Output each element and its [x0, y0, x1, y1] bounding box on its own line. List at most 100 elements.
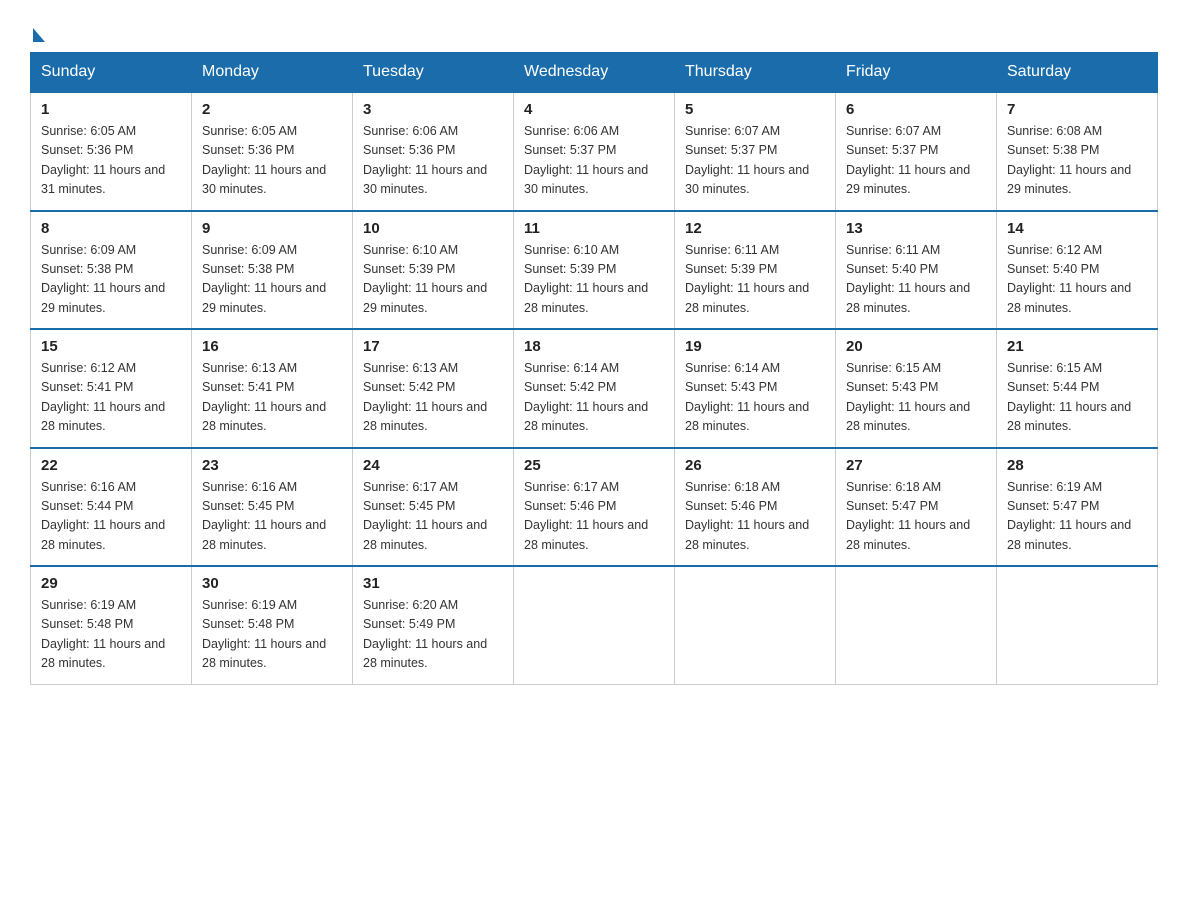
logo-triangle-icon: [33, 28, 45, 42]
day-info: Sunrise: 6:11 AMSunset: 5:40 PMDaylight:…: [846, 241, 986, 319]
column-header-saturday: Saturday: [997, 53, 1158, 93]
calendar-cell: 12 Sunrise: 6:11 AMSunset: 5:39 PMDayligh…: [675, 211, 836, 330]
day-number: 8: [41, 220, 181, 237]
calendar-cell: 9Sunrise: 6:09 AMSunset: 5:38 PMDaylight…: [192, 211, 353, 330]
day-info: Sunrise: 6:07 AMSunset: 5:37 PMDaylight:…: [685, 122, 825, 200]
day-info: Sunrise: 6:15 AMSunset: 5:43 PMDaylight:…: [846, 359, 986, 437]
day-number: 1: [41, 101, 181, 118]
calendar-header-row: SundayMondayTuesdayWednesdayThursdayFrid…: [31, 53, 1158, 93]
column-header-monday: Monday: [192, 53, 353, 93]
day-info: Sunrise: 6:05 AMSunset: 5:36 PMDaylight:…: [202, 122, 342, 200]
calendar-cell: 27 Sunrise: 6:18 AMSunset: 5:47 PMDayligh…: [836, 448, 997, 567]
day-info: Sunrise: 6:07 AMSunset: 5:37 PMDaylight:…: [846, 122, 986, 200]
day-number: 7: [1007, 101, 1147, 118]
day-number: 16: [202, 338, 342, 355]
day-number: 29: [41, 575, 181, 592]
day-number: 17: [363, 338, 503, 355]
week-row-5: 29 Sunrise: 6:19 AMSunset: 5:48 PMDayligh…: [31, 566, 1158, 684]
day-info: Sunrise: 6:18 AMSunset: 5:46 PMDaylight:…: [685, 478, 825, 556]
calendar-cell: 28Sunrise: 6:19 AMSunset: 5:47 PMDayligh…: [997, 448, 1158, 567]
week-row-3: 15 Sunrise: 6:12 AMSunset: 5:41 PMDayligh…: [31, 329, 1158, 448]
calendar-table: SundayMondayTuesdayWednesdayThursdayFrid…: [30, 52, 1158, 685]
day-info: Sunrise: 6:20 AMSunset: 5:49 PMDaylight:…: [363, 596, 503, 674]
day-number: 22: [41, 457, 181, 474]
day-number: 5: [685, 101, 825, 118]
day-number: 11: [524, 220, 664, 237]
calendar-cell: 24 Sunrise: 6:17 AMSunset: 5:45 PMDayligh…: [353, 448, 514, 567]
calendar-cell: 17 Sunrise: 6:13 AMSunset: 5:42 PMDayligh…: [353, 329, 514, 448]
day-info: Sunrise: 6:06 AMSunset: 5:36 PMDaylight:…: [363, 122, 503, 200]
day-number: 2: [202, 101, 342, 118]
day-number: 14: [1007, 220, 1147, 237]
week-row-4: 22 Sunrise: 6:16 AMSunset: 5:44 PMDayligh…: [31, 448, 1158, 567]
calendar-cell: 11Sunrise: 6:10 AMSunset: 5:39 PMDayligh…: [514, 211, 675, 330]
column-header-sunday: Sunday: [31, 53, 192, 93]
day-info: Sunrise: 6:09 AMSunset: 5:38 PMDaylight:…: [41, 241, 181, 319]
day-number: 13: [846, 220, 986, 237]
day-info: Sunrise: 6:17 AMSunset: 5:46 PMDaylight:…: [524, 478, 664, 556]
page-header: [30, 24, 1158, 40]
calendar-cell: 2 Sunrise: 6:05 AMSunset: 5:36 PMDaylight…: [192, 92, 353, 211]
day-info: Sunrise: 6:12 AMSunset: 5:41 PMDaylight:…: [41, 359, 181, 437]
week-row-1: 1 Sunrise: 6:05 AMSunset: 5:36 PMDaylight…: [31, 92, 1158, 211]
day-number: 6: [846, 101, 986, 118]
day-number: 3: [363, 101, 503, 118]
day-info: Sunrise: 6:11 AMSunset: 5:39 PMDaylight:…: [685, 241, 825, 319]
day-info: Sunrise: 6:13 AMSunset: 5:41 PMDaylight:…: [202, 359, 342, 437]
day-info: Sunrise: 6:19 AMSunset: 5:48 PMDaylight:…: [202, 596, 342, 674]
day-number: 24: [363, 457, 503, 474]
calendar-cell: 14 Sunrise: 6:12 AMSunset: 5:40 PMDayligh…: [997, 211, 1158, 330]
day-info: Sunrise: 6:05 AMSunset: 5:36 PMDaylight:…: [41, 122, 181, 200]
day-number: 28: [1007, 457, 1147, 474]
calendar-cell: 26 Sunrise: 6:18 AMSunset: 5:46 PMDayligh…: [675, 448, 836, 567]
day-info: Sunrise: 6:13 AMSunset: 5:42 PMDaylight:…: [363, 359, 503, 437]
day-info: Sunrise: 6:12 AMSunset: 5:40 PMDaylight:…: [1007, 241, 1147, 319]
calendar-cell: 8 Sunrise: 6:09 AMSunset: 5:38 PMDaylight…: [31, 211, 192, 330]
calendar-cell: 5 Sunrise: 6:07 AMSunset: 5:37 PMDaylight…: [675, 92, 836, 211]
day-info: Sunrise: 6:18 AMSunset: 5:47 PMDaylight:…: [846, 478, 986, 556]
calendar-cell: 13 Sunrise: 6:11 AMSunset: 5:40 PMDayligh…: [836, 211, 997, 330]
calendar-cell: 1 Sunrise: 6:05 AMSunset: 5:36 PMDaylight…: [31, 92, 192, 211]
day-number: 20: [846, 338, 986, 355]
day-info: Sunrise: 6:17 AMSunset: 5:45 PMDaylight:…: [363, 478, 503, 556]
day-number: 12: [685, 220, 825, 237]
calendar-cell: 29 Sunrise: 6:19 AMSunset: 5:48 PMDayligh…: [31, 566, 192, 684]
logo: [30, 24, 45, 40]
day-number: 27: [846, 457, 986, 474]
day-info: Sunrise: 6:16 AMSunset: 5:45 PMDaylight:…: [202, 478, 342, 556]
day-number: 18: [524, 338, 664, 355]
day-number: 9: [202, 220, 342, 237]
day-number: 30: [202, 575, 342, 592]
column-header-thursday: Thursday: [675, 53, 836, 93]
calendar-cell: 22 Sunrise: 6:16 AMSunset: 5:44 PMDayligh…: [31, 448, 192, 567]
calendar-cell: 16 Sunrise: 6:13 AMSunset: 5:41 PMDayligh…: [192, 329, 353, 448]
day-number: 10: [363, 220, 503, 237]
day-info: Sunrise: 6:16 AMSunset: 5:44 PMDaylight:…: [41, 478, 181, 556]
day-info: Sunrise: 6:14 AMSunset: 5:43 PMDaylight:…: [685, 359, 825, 437]
calendar-cell: 21Sunrise: 6:15 AMSunset: 5:44 PMDayligh…: [997, 329, 1158, 448]
calendar-cell: 31 Sunrise: 6:20 AMSunset: 5:49 PMDayligh…: [353, 566, 514, 684]
calendar-cell: 25 Sunrise: 6:17 AMSunset: 5:46 PMDayligh…: [514, 448, 675, 567]
day-info: Sunrise: 6:08 AMSunset: 5:38 PMDaylight:…: [1007, 122, 1147, 200]
day-number: 26: [685, 457, 825, 474]
calendar-cell: [836, 566, 997, 684]
calendar-cell: [675, 566, 836, 684]
calendar-cell: 4Sunrise: 6:06 AMSunset: 5:37 PMDaylight…: [514, 92, 675, 211]
day-info: Sunrise: 6:19 AMSunset: 5:48 PMDaylight:…: [41, 596, 181, 674]
column-header-wednesday: Wednesday: [514, 53, 675, 93]
day-number: 19: [685, 338, 825, 355]
day-info: Sunrise: 6:10 AMSunset: 5:39 PMDaylight:…: [363, 241, 503, 319]
calendar-cell: 19 Sunrise: 6:14 AMSunset: 5:43 PMDayligh…: [675, 329, 836, 448]
calendar-cell: 10 Sunrise: 6:10 AMSunset: 5:39 PMDayligh…: [353, 211, 514, 330]
day-number: 25: [524, 457, 664, 474]
calendar-cell: 6 Sunrise: 6:07 AMSunset: 5:37 PMDaylight…: [836, 92, 997, 211]
day-number: 23: [202, 457, 342, 474]
calendar-cell: 15 Sunrise: 6:12 AMSunset: 5:41 PMDayligh…: [31, 329, 192, 448]
day-info: Sunrise: 6:14 AMSunset: 5:42 PMDaylight:…: [524, 359, 664, 437]
day-number: 21: [1007, 338, 1147, 355]
calendar-cell: 18 Sunrise: 6:14 AMSunset: 5:42 PMDayligh…: [514, 329, 675, 448]
day-info: Sunrise: 6:06 AMSunset: 5:37 PMDaylight:…: [524, 122, 664, 200]
calendar-cell: [997, 566, 1158, 684]
day-number: 15: [41, 338, 181, 355]
day-number: 31: [363, 575, 503, 592]
